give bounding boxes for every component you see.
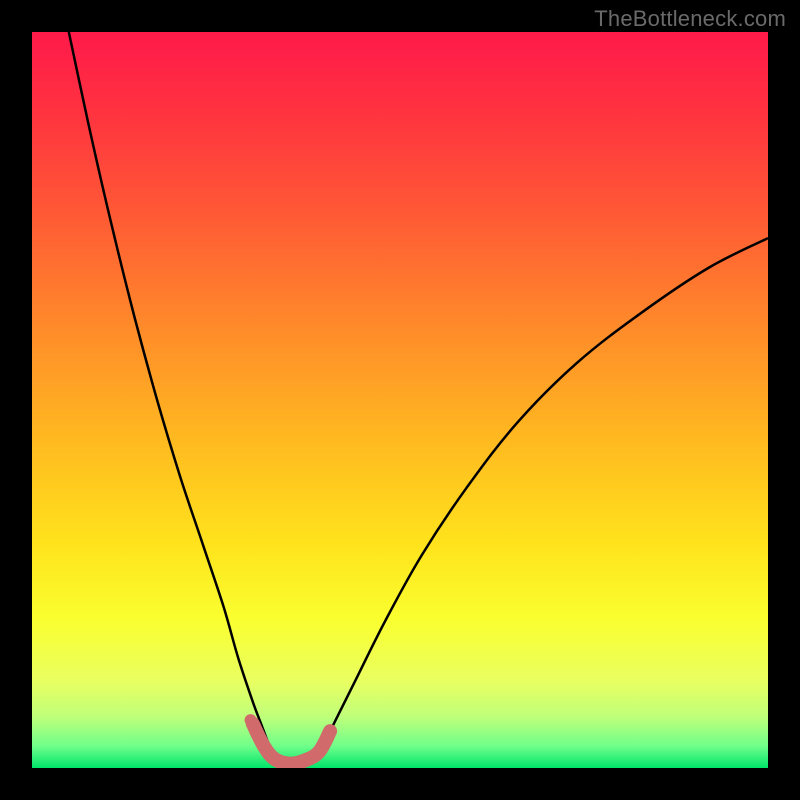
curve-bottom-dot (245, 714, 257, 726)
curve-layer (32, 32, 768, 768)
chart-frame: TheBottleneck.com (0, 0, 800, 800)
watermark-text: TheBottleneck.com (594, 6, 786, 32)
plot-area (32, 32, 768, 768)
curve-svg-path (69, 32, 768, 764)
